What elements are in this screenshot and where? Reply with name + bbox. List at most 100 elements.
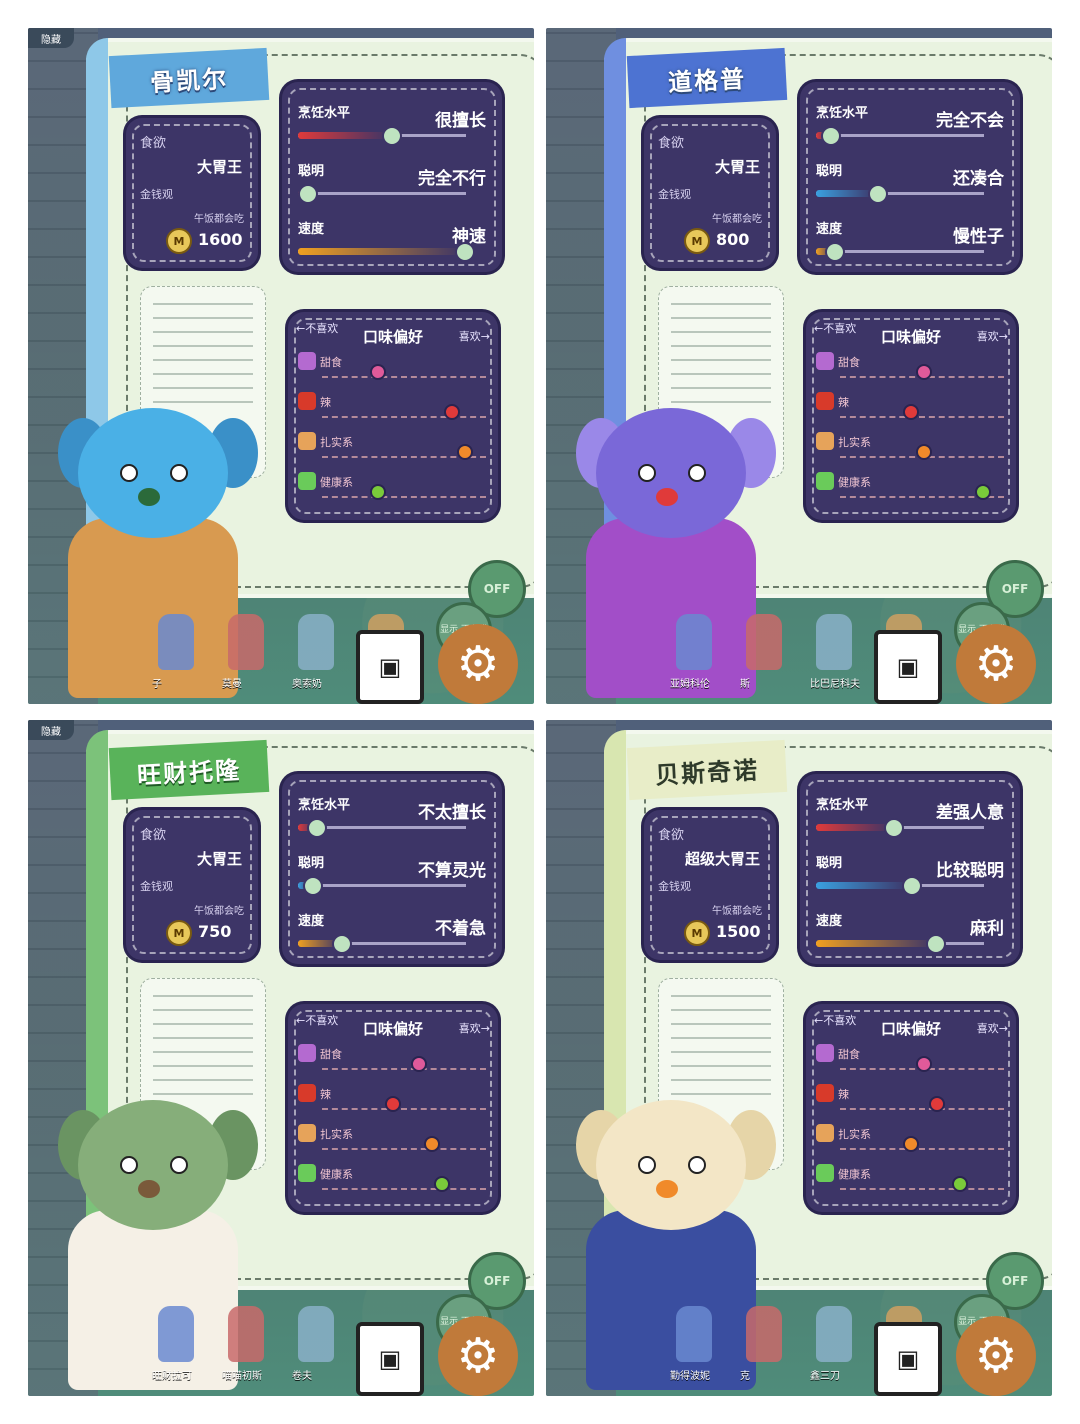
- friend-name[interactable]: 亚姆科伦: [670, 675, 710, 690]
- taste-pin-icon: [370, 484, 387, 500]
- appetite-panel: 食欲 大胃王 金钱观 午饭都会吃 M 1600: [126, 118, 258, 268]
- stat-row: 速度 慢性子: [816, 216, 1004, 268]
- friend-figure[interactable]: [816, 1306, 852, 1362]
- money-label: 金钱观: [658, 880, 691, 893]
- taste-row: 甜食: [298, 352, 486, 392]
- hide-button[interactable]: 隐藏: [28, 720, 74, 740]
- friend-figure[interactable]: [746, 1306, 782, 1362]
- taste-track: [840, 1188, 1004, 1190]
- friend-name[interactable]: 鑫三刀: [810, 1367, 840, 1382]
- taste-icon: [298, 1124, 316, 1142]
- settings-gear-icon[interactable]: ⚙: [956, 624, 1036, 704]
- lunch-label: 午饭都会吃: [194, 906, 244, 917]
- coin-value: 750: [198, 922, 232, 941]
- character-eye: [170, 464, 188, 482]
- coin-icon: M: [166, 228, 192, 254]
- stat-track: [298, 876, 466, 896]
- appetite-value: 大胃王: [714, 158, 760, 176]
- taste-icon: [298, 432, 316, 450]
- friend-name[interactable]: 勤得波妮: [670, 1367, 710, 1382]
- character-head: [596, 408, 746, 538]
- taste-header: ←不喜欢 口味偏好 喜欢→: [814, 320, 1008, 346]
- taste-row: 健康系: [298, 472, 486, 512]
- stat-track: [816, 818, 984, 838]
- taste-icon: [816, 1164, 834, 1182]
- stat-fill: [816, 882, 911, 889]
- friend-name[interactable]: 克: [740, 1367, 750, 1382]
- friend-figure[interactable]: [298, 1306, 334, 1362]
- character-head: [78, 408, 228, 538]
- taste-pin-icon: [916, 1056, 932, 1072]
- stat-value: 比较聪明: [936, 861, 1004, 881]
- taste-label: 甜食: [320, 1048, 342, 1061]
- settings-gear-icon[interactable]: ⚙: [438, 624, 518, 704]
- settings-gear-icon[interactable]: ⚙: [956, 1316, 1036, 1396]
- stat-track: [816, 242, 984, 262]
- friend-figure[interactable]: [816, 614, 852, 670]
- stat-value: 还凑合: [953, 169, 1004, 189]
- character-eye: [638, 1156, 656, 1174]
- character-eye: [688, 1156, 706, 1174]
- taste-track: [322, 1068, 486, 1070]
- like-label: 喜欢→: [976, 1022, 1008, 1035]
- friend-name[interactable]: 子: [152, 675, 162, 690]
- stats-panel: 烹饪水平 完全不会 聪明 还凑合 速度 慢性子: [800, 82, 1020, 272]
- friend-figure[interactable]: [746, 614, 782, 670]
- friend-figure[interactable]: [676, 614, 712, 670]
- taste-icon: [298, 352, 316, 370]
- character-eye: [170, 1156, 188, 1174]
- stat-track: [298, 818, 466, 838]
- coin-icon: M: [684, 228, 710, 254]
- taste-row: 辣: [298, 392, 486, 432]
- taste-icon: [298, 1044, 316, 1062]
- box-icon[interactable]: ▣: [874, 630, 942, 704]
- stat-label: 烹饪水平: [816, 798, 869, 813]
- friend-figure[interactable]: [158, 614, 194, 670]
- taste-icon: [816, 1044, 834, 1062]
- taste-icon: [816, 432, 834, 450]
- taste-panel: ←不喜欢 口味偏好 喜欢→ 甜食 辣 扎实系 健康系: [806, 312, 1016, 520]
- character-nose: [138, 488, 160, 506]
- friend-name[interactable]: 莫曼: [222, 675, 242, 690]
- friend-name[interactable]: 斯: [740, 675, 750, 690]
- stat-row: 聪明 不算灵光: [298, 850, 486, 902]
- friend-name[interactable]: 旺财拉可: [152, 1367, 192, 1382]
- box-icon[interactable]: ▣: [874, 1322, 942, 1396]
- friend-figure[interactable]: [158, 1306, 194, 1362]
- stat-value: 麻利: [970, 919, 1004, 939]
- settings-gear-icon[interactable]: ⚙: [438, 1316, 518, 1396]
- character-body: [68, 518, 238, 698]
- friend-figure[interactable]: [228, 614, 264, 670]
- stat-value: 完全不会: [936, 111, 1004, 131]
- stats-panel: 烹饪水平 很擅长 聪明 完全不行 速度 神速: [282, 82, 502, 272]
- taste-track: [840, 416, 1004, 418]
- character-body: [586, 1210, 756, 1390]
- friend-name[interactable]: 喵喵初斯: [222, 1367, 262, 1382]
- taste-icon: [298, 472, 316, 490]
- friend-figure[interactable]: [298, 614, 334, 670]
- friend-name[interactable]: 奥索奶: [292, 675, 322, 690]
- box-icon[interactable]: ▣: [356, 630, 424, 704]
- character-name: 旺财托隆: [108, 739, 270, 801]
- taste-header: ←不喜欢 口味偏好 喜欢→: [296, 1012, 490, 1038]
- stat-knob-icon: [382, 126, 403, 146]
- appetite-value: 超级大胃王: [684, 850, 760, 868]
- stat-track: [298, 126, 466, 146]
- friend-name[interactable]: 卷夫: [292, 1367, 312, 1382]
- stat-row: 聪明 还凑合: [816, 158, 1004, 210]
- stat-track: [816, 934, 984, 954]
- taste-row: 扎实系: [816, 1124, 1004, 1164]
- taste-icon: [816, 1124, 834, 1142]
- stat-knob-icon: [868, 184, 889, 204]
- taste-label: 扎实系: [320, 1128, 353, 1141]
- friend-figure[interactable]: [228, 1306, 264, 1362]
- stat-row: 聪明 比较聪明: [816, 850, 1004, 902]
- box-icon[interactable]: ▣: [356, 1322, 424, 1396]
- hide-button[interactable]: 隐藏: [28, 28, 74, 48]
- taste-label: 辣: [320, 396, 331, 409]
- friend-figure[interactable]: [676, 1306, 712, 1362]
- taste-row: 甜食: [816, 352, 1004, 392]
- friend-name[interactable]: 比巴尼科夫: [810, 675, 860, 690]
- stat-value: 不着急: [435, 919, 486, 939]
- taste-row: 辣: [816, 392, 1004, 432]
